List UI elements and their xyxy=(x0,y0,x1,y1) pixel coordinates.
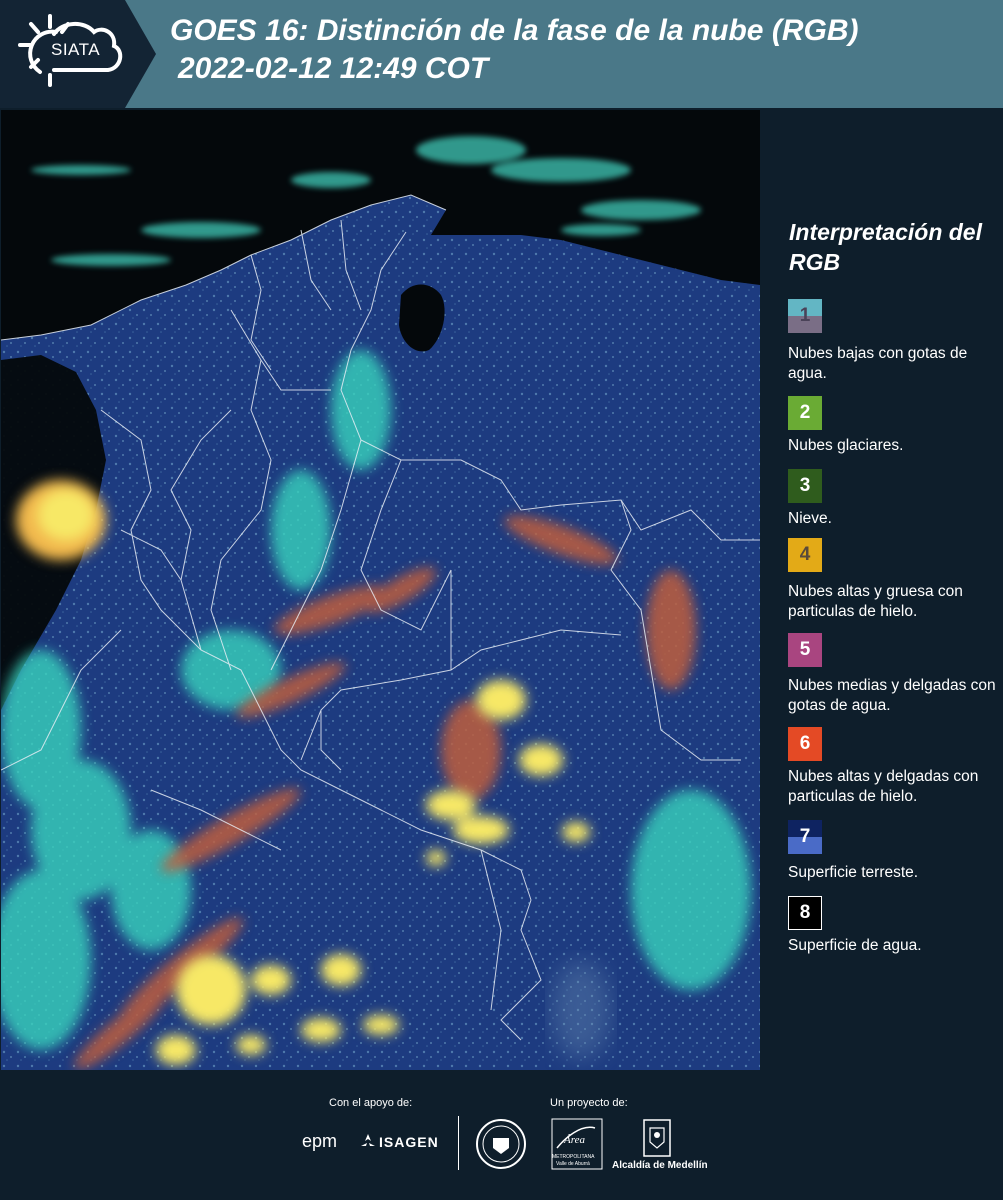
alcaldia-label: Alcaldía de Medellín xyxy=(612,1160,708,1171)
legend-label-7: Superficie terreste. xyxy=(788,864,919,881)
project-label: Un proyecto de: xyxy=(550,1097,628,1109)
siata-logo-text: SIATA xyxy=(51,40,101,59)
medellin-seal-icon xyxy=(476,1119,526,1169)
area-logo-text: Área xyxy=(564,1134,585,1146)
header-bar: SIATA GOES 16: Distinción de la fase de … xyxy=(0,0,1003,108)
legend-label-5: Nubes medias y delgadas con gotas de agu… xyxy=(788,677,996,714)
area-logo-sub2: Valle de Aburrá xyxy=(556,1161,590,1167)
legend-panel: Interpretación del RGB 1 Nubes bajas con… xyxy=(760,110,1003,1070)
legend-swatch-2: 2 xyxy=(788,396,822,430)
legend-label-8: Superficie de agua. xyxy=(788,937,922,954)
legend-label-3: Nieve. xyxy=(788,510,832,527)
legend-label-4: Nubes altas y gruesa con particulas de h… xyxy=(788,583,963,620)
legend-swatch-3: 3 xyxy=(788,469,822,503)
legend-label-2: Nubes glaciares. xyxy=(788,437,904,454)
legend-swatch-4: 4 xyxy=(788,538,822,572)
legend-swatch-6: 6 xyxy=(788,727,822,761)
legend-label-1: Nubes bajas con gotas de agua. xyxy=(788,345,968,382)
support-label: Con el apoyo de: xyxy=(329,1097,413,1109)
isagen-logo: ISAGEN xyxy=(379,1134,439,1150)
isagen-logo-icon xyxy=(361,1134,375,1146)
legend-label-6: Nubes altas y delgadas con particulas de… xyxy=(788,768,979,805)
legend-swatch-1: 1 xyxy=(788,299,822,333)
footer: Con el apoyo de: Un proyecto de: epm ISA… xyxy=(0,1070,1003,1200)
legend-swatch-5: 5 xyxy=(788,633,822,667)
footer-divider xyxy=(458,1116,459,1170)
alcaldia-shield-icon xyxy=(643,1119,671,1157)
area-logo-sub: METROPOLITANA xyxy=(552,1154,595,1160)
page-title: GOES 16: Distinción de la fase de la nub… xyxy=(170,14,859,47)
legend-swatch-7: 7 xyxy=(788,820,822,854)
timestamp: 2022-02-12 12:49 COT xyxy=(178,52,489,85)
legend-title: Interpretación del RGB xyxy=(789,219,982,275)
satellite-rgb-image xyxy=(1,110,760,1070)
epm-logo: epm xyxy=(302,1131,338,1151)
satellite-map xyxy=(1,110,760,1070)
legend-swatch-8: 8 xyxy=(788,896,822,930)
